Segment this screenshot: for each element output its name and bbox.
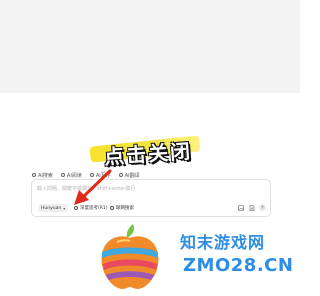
- image-upload-icon[interactable]: [238, 205, 244, 211]
- search-box: Hunyuan ▾ 深度思考(R1) 联网搜索: [31, 179, 271, 217]
- page-header-area: [0, 0, 300, 93]
- search-input[interactable]: [37, 184, 207, 194]
- click-to-close-annotation: 点击关闭: [89, 135, 201, 169]
- watermark-site-name: 知末游戏网: [180, 233, 266, 252]
- file-upload-icon[interactable]: [249, 205, 255, 211]
- read-icon: [60, 173, 65, 177]
- search-icon: [32, 173, 36, 177]
- pointer-arrow-icon: [74, 169, 112, 205]
- web-search-label: 联网搜索: [116, 206, 134, 211]
- watermark-site-url: ZMO28.CN: [183, 255, 294, 276]
- model-select-value: Hunyuan: [41, 205, 62, 211]
- watermark-logo: [101, 224, 159, 289]
- tab-label: AI搜索: [38, 172, 53, 179]
- annotation-text: 点击关闭: [103, 138, 193, 170]
- model-select[interactable]: Hunyuan ▾: [38, 204, 69, 212]
- tab-label: AI翻译: [124, 172, 140, 179]
- arrow-up-icon: [260, 205, 265, 210]
- chevron-down-icon: ▾: [63, 205, 66, 211]
- translate-icon: [118, 173, 123, 177]
- send-button[interactable]: [259, 204, 266, 211]
